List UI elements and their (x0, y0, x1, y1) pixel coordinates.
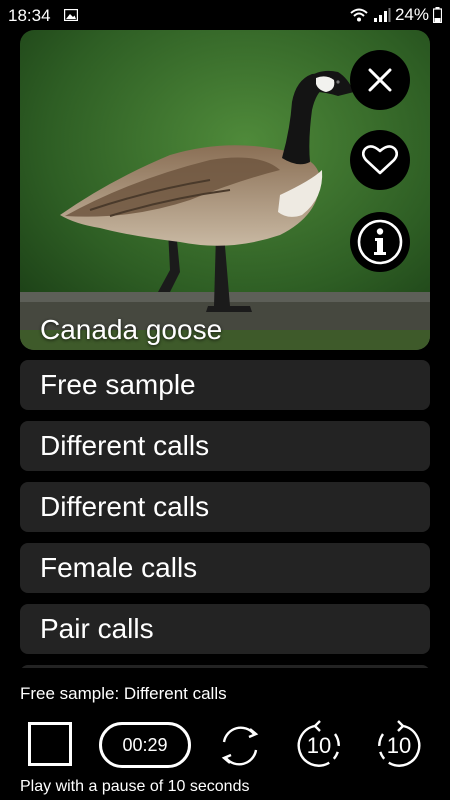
stop-button[interactable] (28, 722, 72, 766)
status-bar: 18:34 24% (0, 0, 450, 30)
now-playing-label: Free sample: Different calls (20, 684, 227, 703)
close-icon (368, 68, 392, 92)
forward-10-button[interactable]: 10 (373, 720, 425, 772)
favorite-button[interactable] (350, 130, 410, 190)
forward-10-label: 10 (386, 733, 412, 758)
battery-percent: 24% (394, 5, 429, 24)
track-list[interactable]: Free sample Different calls Different ca… (20, 360, 430, 668)
info-button[interactable] (350, 212, 410, 272)
player-controls: 00:29 10 10 (0, 720, 450, 772)
pause-setting-label[interactable]: Play with a pause of 10 seconds (20, 778, 249, 796)
wifi-icon (350, 8, 368, 22)
signal-icon (373, 8, 391, 22)
species-hero-card: Canada goose (20, 30, 430, 350)
heart-icon (362, 145, 398, 175)
list-item[interactable]: Pair calls (20, 604, 430, 654)
gallery-icon (64, 9, 78, 21)
info-icon (357, 219, 403, 265)
list-item[interactable]: Different calls (20, 482, 430, 532)
status-icons: 24% (349, 5, 442, 25)
rewind-10-label: 10 (306, 733, 332, 758)
list-item[interactable]: Different calls (20, 421, 430, 471)
close-button[interactable] (350, 50, 410, 110)
list-item[interactable]: Free sample (20, 360, 430, 410)
battery-icon (433, 7, 442, 23)
elapsed-time[interactable]: 00:29 (99, 722, 191, 768)
status-time: 18:34 (8, 6, 51, 25)
rewind-10-button[interactable]: 10 (293, 720, 345, 772)
species-title: Canada goose (40, 314, 223, 345)
audio-player: Free sample: Different calls 00:29 10 10 (0, 668, 450, 800)
repeat-icon[interactable] (214, 720, 266, 772)
list-item[interactable]: Female calls (20, 543, 430, 593)
